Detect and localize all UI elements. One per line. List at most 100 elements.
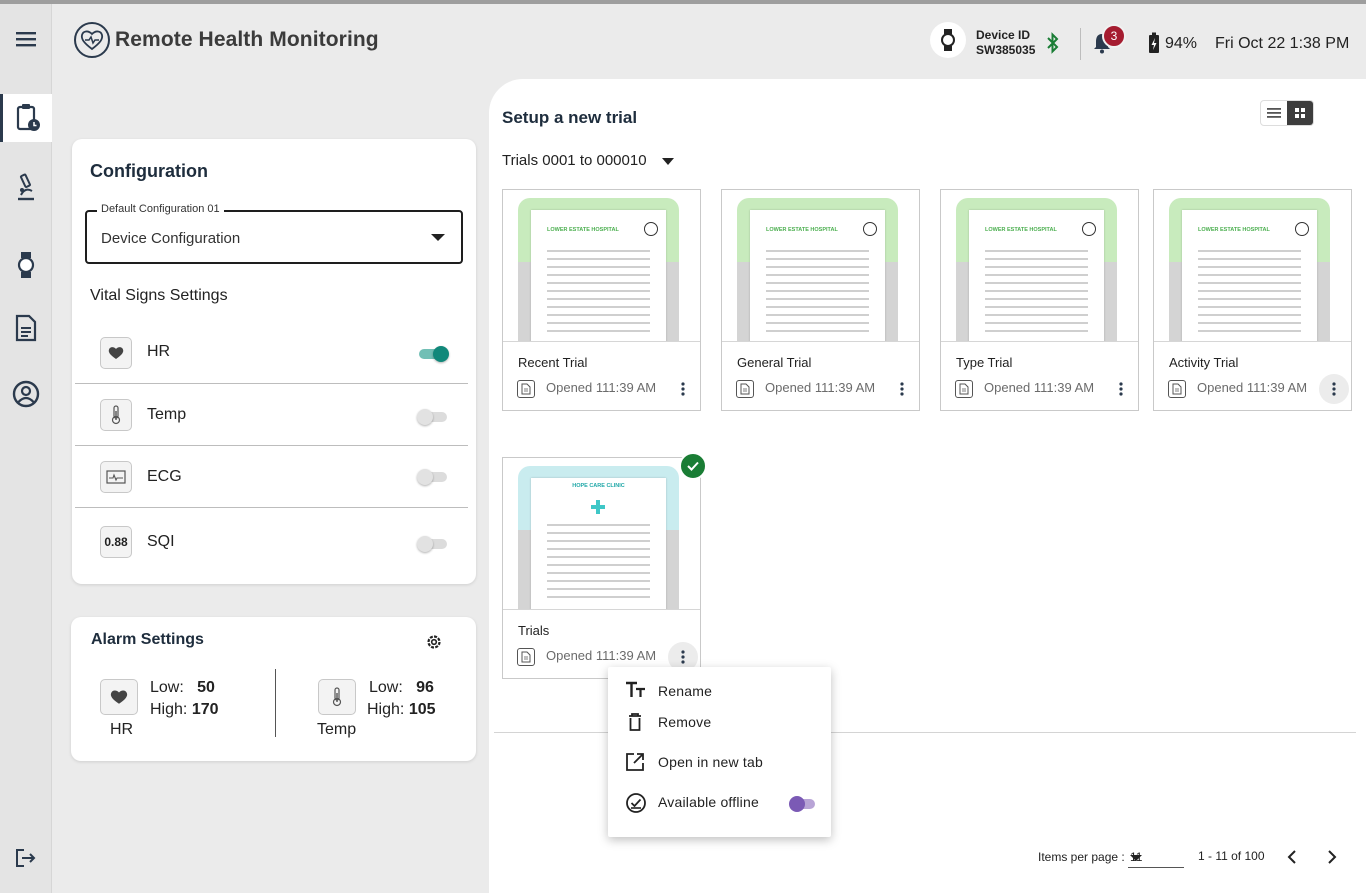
select-value: Device Configuration [101, 230, 241, 247]
trial-name: Recent Trial [518, 355, 588, 370]
hospital-name: LOWER ESTATE HOSPITAL [985, 227, 1057, 233]
hr-toggle[interactable] [419, 346, 449, 362]
account-circle-icon[interactable] [0, 370, 52, 418]
trial-opened-time: Opened 111:39 AM [765, 380, 876, 395]
list-view-button[interactable] [1261, 101, 1287, 125]
menu-label: Available offline [658, 794, 759, 810]
sqi-toggle[interactable] [417, 536, 447, 552]
chevron-left-icon[interactable] [1282, 846, 1302, 868]
seal-icon [644, 222, 658, 236]
text-format-icon [625, 681, 647, 704]
medical-cross-icon [591, 500, 605, 514]
trial-name: General Trial [737, 355, 812, 370]
toggle-knob [433, 346, 449, 362]
trial-name: Activity Trial [1169, 355, 1239, 370]
trial-thumbnail: LOWER ESTATE HOSPITAL [518, 198, 679, 341]
caret-down-icon[interactable] [662, 158, 674, 165]
trial-opened-time: Opened 111:39 AM [546, 380, 657, 395]
thermometer-icon [318, 679, 356, 715]
trial-thumbnail: LOWER ESTATE HOSPITAL [1169, 198, 1330, 341]
more-vert-icon[interactable] [668, 374, 698, 404]
menu-item-rename[interactable]: Rename [608, 675, 831, 707]
configuration-title: Configuration [90, 161, 208, 181]
trial-name: Trials [518, 623, 550, 638]
vital-row-ecg: ECG [75, 446, 468, 508]
more-vert-icon[interactable] [1106, 374, 1136, 404]
document-icon [1168, 380, 1186, 398]
more-vert-icon[interactable] [887, 374, 917, 404]
header-divider [1080, 28, 1081, 60]
logout-icon[interactable] [0, 834, 52, 882]
hospital-name: HOPE CARE CLINIC [572, 483, 625, 489]
open-in-new-icon [625, 752, 645, 777]
app-title: Remote Health Monitoring [115, 28, 379, 51]
device-id: Device ID SW385035 [976, 28, 1035, 58]
hospital-name: LOWER ESTATE HOSPITAL [1198, 227, 1270, 233]
trial-opened-time: Opened 111:39 AM [1197, 380, 1308, 395]
menu-icon[interactable] [0, 15, 52, 63]
document-icon [736, 380, 754, 398]
trial-card[interactable]: LOWER ESTATE HOSPITAL General Trial Open… [721, 189, 920, 411]
trials-range-select[interactable]: Trials 0001 to 000010 [502, 152, 647, 169]
items-per-page-select[interactable]: 11 [1128, 846, 1184, 868]
alarm-name-hr: HR [110, 721, 134, 738]
hr-high: High: 170 [150, 701, 219, 719]
app-header: Remote Health Monitoring Device ID SW385… [52, 4, 1366, 78]
watch-icon[interactable] [0, 241, 52, 289]
document-icon[interactable] [0, 304, 52, 352]
temp-toggle[interactable] [417, 409, 447, 425]
menu-label: Rename [658, 683, 713, 699]
vital-label-ecg: ECG [147, 468, 182, 485]
pagination-range: 1 - 11 of 100 [1198, 849, 1265, 863]
chevron-right-icon[interactable] [1322, 846, 1342, 868]
low-label: Low: [150, 679, 184, 696]
trial-opened-time: Opened 111:39 AM [546, 648, 657, 663]
trial-card[interactable]: LOWER ESTATE HOSPITAL Type Trial Opened … [940, 189, 1139, 411]
menu-label: Open in new tab [658, 754, 763, 770]
toggle-knob [417, 469, 433, 485]
trial-card[interactable]: LOWER ESTATE HOSPITAL Recent Trial Opene… [502, 189, 701, 411]
ecg-toggle[interactable] [417, 469, 447, 485]
gear-icon[interactable] [425, 633, 443, 656]
thermometer-icon [100, 399, 132, 431]
alarm-name-temp: Temp [317, 721, 357, 738]
ecg-icon [100, 461, 132, 493]
context-menu: Rename Remove Open in new tab Available … [608, 667, 831, 837]
document-icon [517, 648, 535, 666]
alarm-settings-title: Alarm Settings [91, 631, 204, 648]
document-icon [955, 380, 973, 398]
high-label: High: [150, 701, 188, 718]
offline-toggle[interactable] [789, 796, 815, 812]
menu-item-remove[interactable]: Remove [608, 706, 831, 738]
vital-row-hr: HR [75, 322, 468, 384]
vital-label-hr: HR [147, 343, 171, 360]
bluetooth-icon[interactable] [1046, 32, 1060, 59]
configuration-select[interactable]: Default Configuration 01 Device Configur… [85, 203, 463, 264]
more-vert-icon[interactable] [1319, 374, 1349, 404]
caret-down-icon [431, 234, 445, 241]
sqi-value-icon: 0.88 [100, 526, 132, 558]
temp-high-value: 105 [408, 701, 436, 718]
device-id-label: Device ID [976, 28, 1031, 42]
grid-view-button[interactable] [1287, 101, 1313, 125]
microscope-icon[interactable] [0, 164, 52, 212]
items-per-page-label: Items per page : [1038, 850, 1125, 864]
hr-high-value: 170 [191, 701, 219, 718]
seal-icon [1082, 222, 1096, 236]
seal-icon [1295, 222, 1309, 236]
hospital-name: LOWER ESTATE HOSPITAL [547, 227, 619, 233]
trial-card[interactable]: LOWER ESTATE HOSPITAL Activity Trial Ope… [1153, 189, 1352, 411]
trial-card-selected[interactable]: HOPE CARE CLINIC Trials Opened 111:39 AM [502, 457, 701, 679]
vital-label-temp: Temp [147, 406, 187, 423]
left-rail [0, 4, 52, 893]
menu-item-open-new-tab[interactable]: Open in new tab [608, 746, 831, 778]
caret-down-icon [1130, 855, 1142, 861]
low-label: Low: [369, 679, 403, 696]
notification-badge[interactable]: 3 [1102, 24, 1126, 48]
document-icon [517, 380, 535, 398]
trial-opened-time: Opened 111:39 AM [984, 380, 1095, 395]
menu-item-available-offline[interactable]: Available offline [608, 786, 831, 818]
seal-icon [863, 222, 877, 236]
clipboard-clock-icon[interactable] [0, 94, 52, 142]
trial-thumbnail: LOWER ESTATE HOSPITAL [737, 198, 898, 341]
